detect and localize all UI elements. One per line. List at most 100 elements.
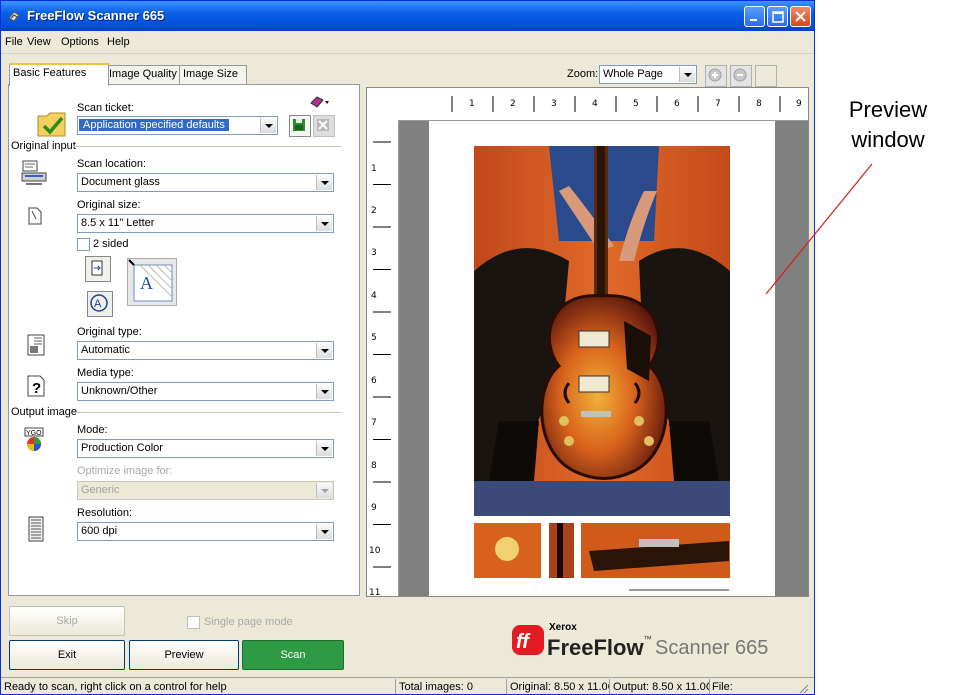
rotate-orientation-button[interactable] [85, 256, 111, 282]
exit-button[interactable]: Exit [9, 640, 125, 670]
original-size-select[interactable]: 8.5 x 11" Letter [77, 214, 334, 233]
scanner-app-icon [8, 11, 20, 22]
title-bar[interactable]: FreeFlow Scanner 665 [1, 1, 814, 31]
tab-image-quality[interactable]: Image Quality [105, 65, 183, 84]
brand-trademark: ™ [643, 634, 652, 644]
brand-model: Scanner 665 [655, 637, 769, 659]
maximize-button[interactable] [767, 6, 788, 27]
fit-button[interactable] [755, 65, 777, 87]
zoom-select[interactable]: Whole Page [599, 65, 697, 84]
basic-features-page: Scan ticket: Application specified defau… [8, 84, 360, 596]
ruler-v-label: 8 [371, 461, 377, 471]
maximize-icon [772, 11, 784, 23]
mode-value: Production Color [81, 442, 163, 454]
delete-ticket-button[interactable] [313, 115, 335, 137]
single-page-label: Single page mode [204, 616, 293, 628]
resolution-label: Resolution: [77, 507, 133, 519]
chevron-down-icon[interactable] [316, 384, 332, 399]
two-sided-checkbox[interactable] [77, 238, 90, 251]
annotation-pointer-line [765, 163, 873, 295]
ruler-h-label: 9 [796, 99, 802, 109]
scan-location-label: Scan location: [77, 158, 147, 170]
menu-bar: File View Options Help [1, 31, 814, 54]
tab-basic-features[interactable]: Basic Features [9, 63, 109, 86]
menu-help[interactable]: Help [107, 36, 130, 48]
ruler-ticks-v [373, 141, 391, 568]
original-input-heading: Original input [11, 140, 76, 152]
section-divider [73, 146, 341, 147]
optimize-select[interactable]: Generic [77, 481, 334, 500]
action-bar: Skip Single page mode Exit Preview Scan … [1, 598, 814, 676]
rotate-image-button[interactable]: A [87, 291, 113, 317]
ruler-v-label: 10 [369, 546, 381, 556]
output-image-section: Output image [11, 406, 341, 418]
book-icon[interactable] [309, 94, 331, 110]
status-bar: Ready to scan, right click on a control … [1, 677, 814, 694]
svg-text:A: A [140, 273, 153, 293]
mode-select[interactable]: Production Color [77, 439, 334, 458]
svg-text:?: ? [32, 380, 41, 397]
output-image-heading: Output image [11, 406, 78, 418]
ticket-folder-icon [37, 112, 66, 137]
chevron-down-icon[interactable] [316, 524, 332, 539]
media-type-icon: ? [27, 375, 45, 397]
chevron-down-icon[interactable] [679, 67, 695, 82]
minimize-button[interactable] [744, 6, 765, 27]
scan-ticket-label: Scan ticket: [77, 102, 134, 114]
zoom-in-button[interactable] [705, 65, 727, 87]
ruler-v-label: 9 [371, 503, 377, 513]
ruler-v-label: 1 [371, 164, 377, 174]
status-file: File: [712, 681, 733, 693]
status-divider [395, 679, 396, 694]
scan-location-select[interactable]: Document glass [77, 173, 334, 192]
tab-image-size[interactable]: Image Size [179, 65, 247, 84]
zoom-out-button[interactable] [730, 65, 752, 87]
ruler-v-label: 3 [371, 248, 377, 258]
zoom-value: Whole Page [603, 68, 663, 80]
orientation-icon [91, 260, 103, 276]
optimize-label: Optimize image for: [77, 465, 173, 477]
scan-button[interactable]: Scan [242, 640, 344, 670]
page-size-icon [28, 207, 42, 225]
original-type-select[interactable]: Automatic [77, 341, 334, 360]
media-type-select[interactable]: Unknown/Other [77, 382, 334, 401]
chevron-down-icon[interactable] [260, 118, 276, 133]
section-divider [77, 412, 341, 413]
color-mode-icon: YGO [24, 427, 44, 451]
resize-grip-icon[interactable] [797, 682, 809, 694]
ruler-h-label: 1 [469, 99, 475, 109]
save-ticket-button[interactable] [289, 115, 311, 137]
brand-company: Xerox [549, 622, 577, 633]
single-page-checkbox[interactable] [187, 616, 200, 629]
ruler-h-label: 3 [551, 99, 557, 109]
ruler-v-label: 4 [371, 291, 377, 301]
menu-file[interactable]: File [5, 36, 23, 48]
ruler-ticks-h [451, 96, 781, 112]
chevron-down-icon[interactable] [316, 216, 332, 231]
preview-button[interactable]: Preview [129, 640, 239, 670]
scan-ticket-value: Application specified defaults [79, 119, 229, 131]
status-original-size: Original: 8.50 x 11.0C [510, 681, 610, 693]
menu-view[interactable]: View [27, 36, 51, 48]
minimize-icon [750, 19, 757, 21]
scanned-page-preview [429, 121, 775, 596]
resolution-select[interactable]: 600 dpi [77, 522, 334, 541]
status-output-size: Output: 8.50 x 11.0C [613, 681, 709, 693]
chevron-down-icon[interactable] [316, 175, 332, 190]
chevron-down-icon[interactable] [316, 343, 332, 358]
skip-button[interactable]: Skip [9, 606, 125, 636]
annotation-line-1: Preview [848, 97, 928, 122]
page-orientation-icon: A [128, 259, 173, 302]
chevron-down-icon [316, 483, 332, 498]
scanner-icon [21, 160, 47, 185]
preview-window[interactable]: 1 2 3 4 5 6 7 8 9 1 2 3 4 5 6 7 8 9 10 1… [366, 87, 809, 597]
annotation-line-2: window [851, 127, 925, 152]
menu-options[interactable]: Options [61, 36, 99, 48]
close-button[interactable] [790, 6, 811, 27]
optimize-value: Generic [81, 484, 120, 496]
zoom-in-icon [708, 68, 722, 82]
orientation-preview: A [127, 258, 177, 306]
scan-ticket-select[interactable]: Application specified defaults [77, 116, 278, 135]
ruler-v-label: 6 [371, 376, 377, 386]
chevron-down-icon[interactable] [316, 441, 332, 456]
